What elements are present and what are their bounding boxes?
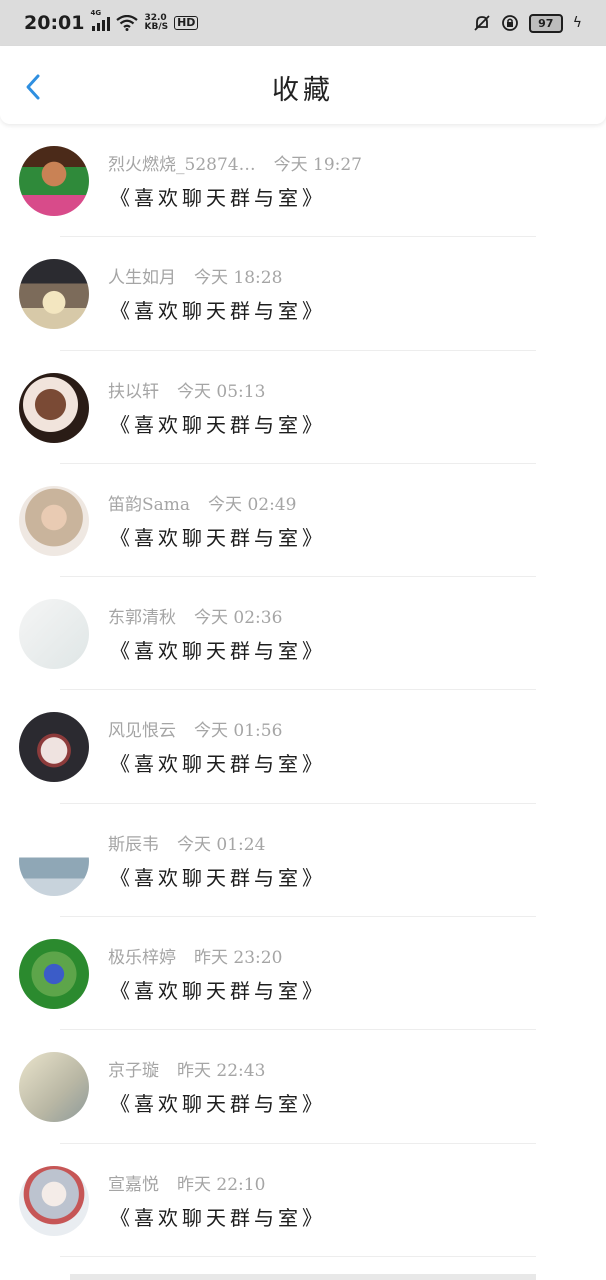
status-bar: 20:01 4G 32.0 KB/S HD 97 ϟ <box>0 0 606 46</box>
timestamp: 今天 19:27 <box>273 155 362 175</box>
message-text: 《喜欢聊天群与室》 <box>110 639 326 664</box>
status-right: 97 ϟ <box>473 13 582 33</box>
timestamp: 昨天 22:10 <box>177 1174 266 1195</box>
user-name: 扶以轩 <box>108 381 159 402</box>
item-meta: 宣嘉悦 昨天 22:10 <box>108 1170 265 1195</box>
message-text: 《喜欢聊天群与室》 <box>110 186 326 210</box>
message-text: 《喜欢聊天群与室》 <box>110 525 326 550</box>
list-item[interactable]: 人生如月 今天 18:28 《喜欢聊天群与室》 <box>0 237 606 351</box>
timestamp: 昨天 23:20 <box>194 948 283 969</box>
timestamp: 今天 18:28 <box>194 268 283 289</box>
item-meta: 扶以轩 今天 05:13 <box>108 377 265 402</box>
list-item[interactable]: 东郭清秋 今天 02:36 《喜欢聊天群与室》 <box>0 577 606 691</box>
user-name: 极乐梓婷 <box>108 948 176 969</box>
status-icons: 4G 32.0 KB/S HD <box>90 9 199 32</box>
message-text: 《喜欢聊天群与室》 <box>110 979 326 1004</box>
page-title: 收藏 <box>272 75 334 106</box>
user-name: 京子璇 <box>108 1061 159 1082</box>
item-meta: 人生如月 今天 18:28 <box>108 263 282 288</box>
message-text: 《喜欢聊天群与室》 <box>110 299 326 324</box>
user-name: 笛韵Sama <box>108 494 191 515</box>
avatar[interactable] <box>19 1165 89 1236</box>
message-text: 《喜欢聊天群与室》 <box>110 752 326 777</box>
charging-icon: ϟ <box>572 15 582 31</box>
item-meta: 斯辰韦 今天 01:24 <box>108 830 265 855</box>
avatar[interactable] <box>19 372 89 443</box>
avatar[interactable] <box>19 1052 89 1123</box>
hd-badge: HD <box>174 16 199 30</box>
message-text: 《喜欢聊天群与室》 <box>110 1205 326 1230</box>
timestamp: 昨天 22:43 <box>177 1061 266 1082</box>
avatar[interactable] <box>19 259 89 330</box>
avatar[interactable] <box>19 712 89 783</box>
wifi-icon <box>116 15 139 31</box>
avatar[interactable] <box>19 485 89 556</box>
message-text: 《喜欢聊天群与室》 <box>110 865 326 890</box>
timestamp: 今天 02:36 <box>194 608 283 629</box>
timestamp: 今天 01:56 <box>194 721 283 742</box>
user-name: 东郭清秋 <box>108 608 176 629</box>
user-name: 宣嘉悦 <box>108 1174 159 1195</box>
list-item[interactable]: 极乐梓婷 昨天 23:20 《喜欢聊天群与室》 <box>0 917 606 1031</box>
user-name: 人生如月 <box>108 268 176 289</box>
list-item[interactable]: 风见恨云 今天 01:56 《喜欢聊天群与室》 <box>0 690 606 804</box>
divider <box>60 1255 536 1257</box>
item-meta: 笛韵Sama 今天 02:49 <box>108 490 296 515</box>
message-text: 《喜欢聊天群与室》 <box>110 412 326 437</box>
battery-icon: 97 <box>528 13 563 33</box>
user-name: 烈火燃烧_52874… <box>108 155 256 175</box>
item-meta: 京子璇 昨天 22:43 <box>108 1056 265 1081</box>
next-item-peek <box>70 1274 536 1280</box>
avatar[interactable] <box>19 599 89 670</box>
item-meta: 烈火燃烧_52874… 今天 19:27 <box>108 150 362 175</box>
list-item[interactable]: 宣嘉悦 昨天 22:10 《喜欢聊天群与室》 <box>0 1144 606 1257</box>
avatar[interactable] <box>19 146 89 216</box>
status-time: 20:01 <box>24 12 85 34</box>
favorites-list: 烈火燃烧_52874… 今天 19:27 《喜欢聊天群与室》 人生如月 今天 18:… <box>0 124 606 1257</box>
list-item[interactable]: 笛韵Sama 今天 02:49 《喜欢聊天群与室》 <box>0 464 606 578</box>
rotation-lock-icon <box>501 15 518 31</box>
speed-unit: KB/S <box>144 22 169 32</box>
user-name: 风见恨云 <box>108 721 176 742</box>
list-item[interactable]: 烈火燃烧_52874… 今天 19:27 《喜欢聊天群与室》 <box>0 124 606 238</box>
timestamp: 今天 01:24 <box>177 834 266 855</box>
avatar[interactable] <box>19 939 89 1010</box>
timestamp: 今天 02:49 <box>208 494 297 515</box>
timestamp: 今天 05:13 <box>177 381 266 402</box>
list-item[interactable]: 扶以轩 今天 05:13 《喜欢聊天群与室》 <box>0 351 606 464</box>
item-meta: 东郭清秋 今天 02:36 <box>108 603 282 628</box>
bell-muted-icon <box>474 15 490 31</box>
item-meta: 风见恨云 今天 01:56 <box>108 716 282 741</box>
cell-signal-icon: 4G <box>90 9 111 31</box>
message-text: 《喜欢聊天群与室》 <box>110 1092 326 1117</box>
list-item[interactable]: 京子璇 昨天 22:43 《喜欢聊天群与室》 <box>0 1030 606 1144</box>
user-name: 斯辰韦 <box>108 834 159 855</box>
network-speed: 32.0 KB/S <box>144 14 168 32</box>
app-header: 收藏 <box>0 46 606 124</box>
item-meta: 极乐梓婷 昨天 23:20 <box>108 943 282 968</box>
network-type: 4G <box>90 9 102 17</box>
avatar[interactable] <box>19 825 89 896</box>
list-item[interactable]: 斯辰韦 今天 01:24 《喜欢聊天群与室》 <box>0 804 606 918</box>
